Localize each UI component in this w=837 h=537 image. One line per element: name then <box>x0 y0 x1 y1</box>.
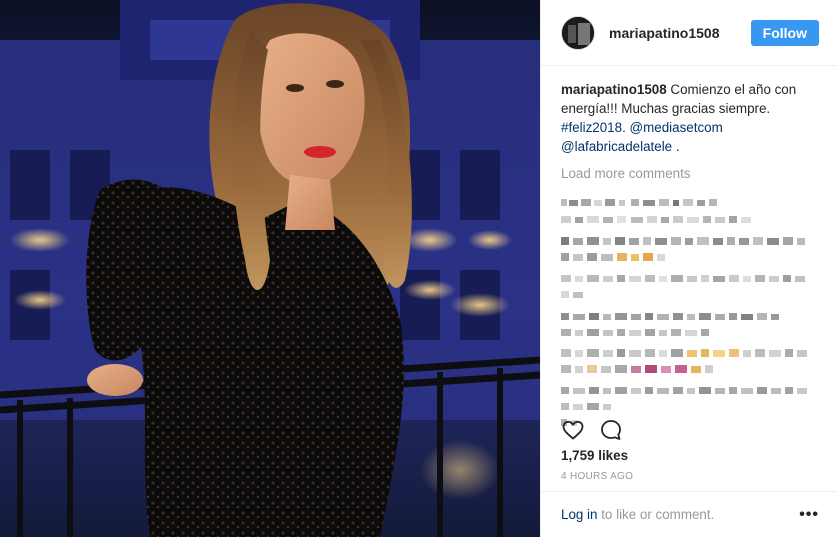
caption-username[interactable]: mariapatino1508 <box>561 82 667 97</box>
post-sidebar: mariapatino1508 Follow mariapatino1508 C… <box>540 0 837 537</box>
login-prompt: Log in to like or comment. <box>561 507 799 522</box>
login-link[interactable]: Log in <box>561 507 597 522</box>
login-prompt-rest: to like or comment. <box>597 507 715 522</box>
caption: mariapatino1508 Comienzo el año con ener… <box>561 80 817 156</box>
action-bar <box>561 418 623 442</box>
censored-comments <box>561 199 807 426</box>
caption-separator: . <box>622 120 630 135</box>
heart-icon[interactable] <box>561 418 585 442</box>
post-timestamp[interactable]: 4 HOURS AGO <box>561 471 633 482</box>
censored-comment-2 <box>561 237 805 261</box>
censored-comment-1 <box>561 199 751 223</box>
avatar-image <box>562 16 594 49</box>
post-photo[interactable] <box>0 0 540 537</box>
more-options-icon[interactable]: ••• <box>799 506 819 524</box>
caption-end: . <box>672 139 680 154</box>
mention-link-lafabricadelatele[interactable]: @lafabricadelatele <box>561 139 672 154</box>
comment-icon[interactable] <box>599 418 623 442</box>
instagram-post: mariapatino1508 Follow mariapatino1508 C… <box>0 0 837 537</box>
photo-illustration <box>0 0 540 537</box>
censored-comment-4 <box>561 313 779 336</box>
avatar[interactable] <box>561 15 595 50</box>
header-username[interactable]: mariapatino1508 <box>609 25 751 41</box>
post-header: mariapatino1508 Follow <box>541 0 837 66</box>
censored-comment-3 <box>561 275 805 298</box>
follow-button[interactable]: Follow <box>750 19 819 46</box>
hashtag-link[interactable]: #feliz2018 <box>561 120 622 135</box>
comments-section: mariapatino1508 Comienzo el año con ener… <box>541 66 837 433</box>
load-more-comments[interactable]: Load more comments <box>561 166 817 181</box>
censored-comment-5 <box>561 349 807 373</box>
likes-count[interactable]: 1,759 likes <box>561 448 628 463</box>
login-footer: Log in to like or comment. ••• <box>541 491 837 537</box>
mention-link-mediasetcom[interactable]: @mediasetcom <box>630 120 723 135</box>
